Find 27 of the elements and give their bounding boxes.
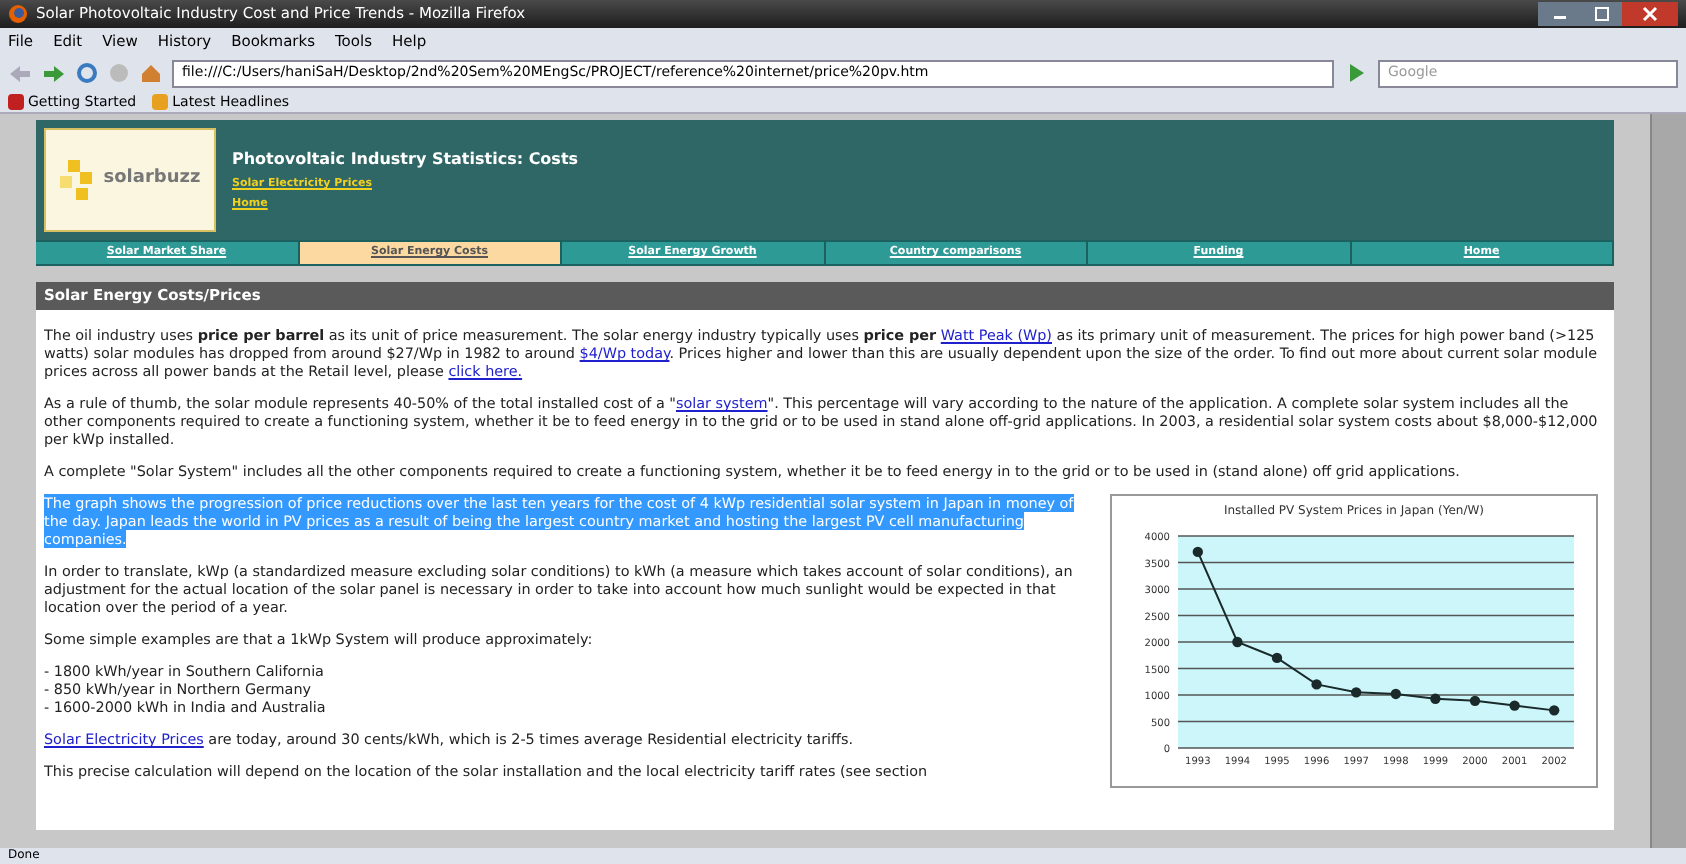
data-point bbox=[1430, 693, 1441, 704]
logo-text: solarbuzz bbox=[103, 166, 201, 193]
browser-logo-icon bbox=[8, 4, 28, 24]
data-point bbox=[1192, 546, 1203, 558]
data-point bbox=[1232, 636, 1243, 648]
minimize-button[interactable] bbox=[1538, 2, 1582, 26]
home-icon[interactable] bbox=[140, 62, 162, 84]
close-button[interactable] bbox=[1622, 2, 1678, 26]
maximize-icon bbox=[1594, 6, 1610, 22]
data-point bbox=[1271, 652, 1283, 664]
go-arrow-icon[interactable] bbox=[1344, 62, 1368, 84]
data-point bbox=[1469, 695, 1481, 707]
bookmark-icon bbox=[8, 94, 24, 110]
maximize-button[interactable] bbox=[1582, 2, 1622, 26]
data-point bbox=[1351, 687, 1362, 698]
back-arrow-icon[interactable] bbox=[8, 63, 32, 83]
feed-icon bbox=[152, 94, 169, 110]
data-point bbox=[1390, 688, 1401, 700]
reload-icon[interactable] bbox=[76, 62, 98, 84]
forward-arrow-icon[interactable] bbox=[42, 63, 66, 83]
close-icon bbox=[1642, 6, 1658, 22]
stop-icon[interactable] bbox=[108, 62, 130, 84]
data-point bbox=[1509, 700, 1520, 711]
data-point bbox=[1311, 679, 1322, 690]
scrollbar[interactable] bbox=[1650, 114, 1686, 848]
site-title: Photovoltaic Industry Statistics: Costs bbox=[232, 148, 579, 172]
data-point bbox=[1549, 705, 1560, 716]
